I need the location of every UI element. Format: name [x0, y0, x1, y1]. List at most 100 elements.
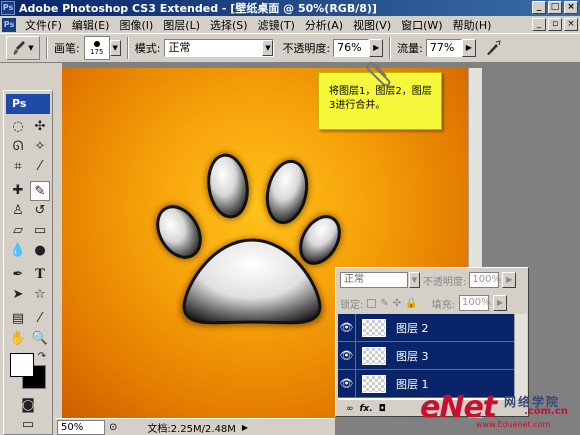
brush-tool-icon[interactable]: ✎ — [30, 181, 50, 201]
layer-opacity-input[interactable]: 100% — [469, 272, 501, 288]
visibility-eye-icon[interactable]: 👁 — [338, 313, 356, 342]
pen-tool-icon[interactable]: ✒ — [8, 265, 28, 285]
slice-tool-icon[interactable]: ⁄ — [30, 157, 50, 177]
layer-opacity-slider-button[interactable]: ▶ — [502, 272, 517, 288]
dodge-tool-icon[interactable]: ● — [30, 241, 50, 261]
lock-position-icon[interactable]: ✣ — [393, 298, 401, 309]
separator — [46, 37, 48, 59]
document-frame — [55, 63, 62, 435]
layer-opacity-label: 不透明度: — [423, 276, 467, 288]
blend-mode-value: 正常 — [344, 274, 364, 285]
type-tool-icon[interactable]: T — [30, 265, 50, 285]
quick-mask-icon[interactable]: ◙ — [18, 395, 38, 415]
marquee-tool-icon[interactable]: ◌ — [8, 117, 28, 137]
foreground-color-swatch[interactable] — [10, 353, 34, 377]
brush-label: 画笔: — [54, 42, 80, 55]
layers-scrollbar[interactable] — [514, 314, 527, 400]
doc-restore-button[interactable]: ▫ — [548, 18, 562, 31]
flow-input[interactable]: 77% — [425, 39, 462, 57]
toolbox-panel: Ps ◌ ✣ ᘏ ✧ ⌗ ⁄ ✚ ✎ ♙ ↺ ▱ ▭ 💧 ● ✒ T ➤ ☆ ▤… — [3, 90, 53, 435]
healing-brush-tool-icon[interactable]: ✚ — [8, 181, 28, 201]
menu-filter[interactable]: 滤镜(T) — [253, 17, 300, 33]
move-tool-icon[interactable]: ✣ — [30, 117, 50, 137]
lock-transparency-icon[interactable] — [367, 298, 377, 308]
eraser-tool-icon[interactable]: ▱ — [8, 221, 28, 241]
link-layers-icon[interactable]: ∞ — [346, 404, 354, 414]
menu-layer[interactable]: 图层(L) — [158, 17, 205, 33]
layer-style-icon[interactable]: fx. — [360, 404, 373, 414]
watermark-domain: .com.cn — [524, 406, 568, 417]
swap-colors-icon[interactable]: ↷ — [32, 347, 52, 367]
menu-view[interactable]: 视图(V) — [348, 17, 396, 33]
gradient-tool-icon[interactable]: ▭ — [30, 221, 50, 241]
clone-stamp-tool-icon[interactable]: ♙ — [8, 201, 28, 221]
lock-all-icon[interactable]: 🔒 — [405, 298, 417, 309]
window-title: Adobe Photoshop CS3 Extended - [壁纸桌面 @ 5… — [19, 2, 377, 15]
options-bar: ▼ 画笔: 175 ▼ 模式: 正常 ▼ 不透明度: 76% ▶ 流量: 77%… — [0, 33, 580, 63]
menu-file[interactable]: 文件(F) — [20, 17, 67, 33]
history-brush-tool-icon[interactable]: ↺ — [30, 201, 50, 221]
path-selection-tool-icon[interactable]: ➤ — [8, 285, 28, 305]
fill-slider-button[interactable]: ▶ — [492, 295, 507, 311]
blend-mode-select[interactable]: 正常 — [340, 272, 408, 288]
opacity-input[interactable]: 76% — [333, 39, 370, 57]
eyedropper-tool-icon[interactable]: ⁄ — [30, 309, 50, 329]
zoom-input[interactable]: 50% — [57, 419, 105, 435]
brush-tip-icon — [93, 41, 100, 47]
document-size-info: 文档:2.25M/2.48M — [147, 423, 236, 435]
minimize-button[interactable]: _ — [532, 1, 546, 14]
status-info-icon[interactable]: ⊙ — [109, 422, 117, 433]
chevron-down-icon: ▼ — [262, 40, 274, 56]
status-menu-arrow-icon[interactable]: ▶ — [242, 423, 248, 432]
tool-preset-picker[interactable]: ▼ — [6, 36, 40, 60]
note-text: 将图层1，图层2，图层3进行合并。 — [329, 86, 432, 111]
visibility-eye-icon[interactable]: 👁 — [338, 369, 356, 398]
brush-size: 175 — [90, 48, 104, 56]
lock-pixels-icon[interactable]: ✎ — [380, 298, 388, 309]
opacity-label: 不透明度: — [282, 42, 331, 55]
layer-name: 图层 2 — [396, 321, 429, 335]
lasso-tool-icon[interactable]: ᘏ — [8, 137, 28, 157]
blend-mode-dropdown-arrow[interactable]: ▼ — [409, 272, 420, 288]
layer-thumbnail — [362, 374, 386, 393]
menu-edit[interactable]: 编辑(E) — [67, 17, 115, 33]
blur-tool-icon[interactable]: 💧 — [8, 241, 28, 261]
airbrush-icon[interactable] — [484, 39, 502, 57]
layer-row-2[interactable]: 👁 图层 2 — [338, 313, 514, 342]
menu-bar: Ps 文件(F) 编辑(E) 图像(I) 图层(L) 选择(S) 滤镜(T) 分… — [0, 16, 580, 33]
magic-wand-tool-icon[interactable]: ✧ — [30, 137, 50, 157]
layer-row-3[interactable]: 👁 图层 3 — [338, 341, 514, 370]
brush-dropdown-arrow[interactable]: ▼ — [109, 40, 121, 56]
shape-tool-icon[interactable]: ☆ — [30, 285, 50, 305]
menu-window[interactable]: 窗口(W) — [396, 17, 447, 33]
zoom-tool-icon[interactable]: 🔍 — [30, 329, 50, 349]
status-bar: 50% ⊙ 文档:2.25M/2.48M ▶ — [55, 418, 335, 435]
opacity-slider-button[interactable]: ▶ — [369, 39, 384, 57]
menu-analysis[interactable]: 分析(A) — [300, 17, 348, 33]
fill-input[interactable]: 100% — [458, 295, 491, 311]
toolbox-logo: Ps — [6, 94, 50, 114]
brush-icon — [14, 41, 26, 55]
watermark: eNet 网络学院 .com.cn www.Eduenet.com — [420, 390, 580, 435]
menu-select[interactable]: 选择(S) — [205, 17, 253, 33]
close-button[interactable]: × — [564, 1, 578, 14]
screen-mode-icon[interactable]: ▭ — [18, 415, 38, 435]
app-icon: Ps — [1, 1, 15, 15]
flow-slider-button[interactable]: ▶ — [461, 39, 476, 57]
crop-tool-icon[interactable]: ⌗ — [8, 157, 28, 177]
doc-minimize-button[interactable]: _ — [532, 18, 546, 31]
layer-list: 👁 图层 2 👁 图层 3 👁 图层 1 — [338, 313, 514, 400]
menu-image[interactable]: 图像(I) — [114, 17, 158, 33]
mode-select[interactable]: 正常 ▼ — [164, 39, 275, 57]
document-icon[interactable]: Ps — [2, 17, 16, 32]
notes-tool-icon[interactable]: ▤ — [8, 309, 28, 329]
mode-value: 正常 — [168, 41, 191, 54]
layer-thumbnail — [362, 346, 386, 365]
doc-close-button[interactable]: × — [564, 18, 578, 31]
layer-mask-icon[interactable]: ◘ — [379, 404, 386, 414]
visibility-eye-icon[interactable]: 👁 — [338, 341, 356, 370]
maximize-button[interactable]: □ — [548, 1, 562, 14]
menu-help[interactable]: 帮助(H) — [448, 17, 497, 33]
hand-tool-icon[interactable]: ✋ — [8, 329, 28, 349]
brush-picker[interactable]: 175 — [83, 36, 110, 60]
